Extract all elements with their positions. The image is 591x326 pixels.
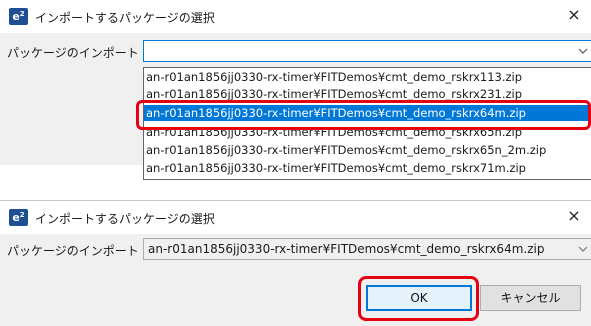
package-import-label: パッケージのインポート <box>7 244 139 258</box>
chevron-down-icon[interactable] <box>577 243 589 255</box>
close-icon[interactable]: × <box>565 207 583 225</box>
dialog-title: インポートするパッケージの選択 <box>35 212 215 226</box>
title-bar: e2 インポートするパッケージの選択 × <box>0 0 591 33</box>
chevron-down-icon[interactable] <box>577 45 589 57</box>
dropdown-option-rskrx113[interactable]: an-r01an1856jj0330-rx-timer¥FITDemos¥cmt… <box>144 69 591 85</box>
title-bar: e2 インポートするパッケージの選択 × <box>0 201 591 234</box>
dialog-title: インポートするパッケージの選択 <box>35 11 215 25</box>
cancel-button[interactable]: キャンセル <box>480 285 581 311</box>
e2-studio-icon: e2 <box>9 8 28 25</box>
e2-studio-icon: e2 <box>9 209 28 226</box>
package-dropdown-list: an-r01an1856jj0330-rx-timer¥FITDemos¥cmt… <box>143 67 591 180</box>
package-import-label: パッケージのインポート <box>7 46 139 60</box>
dropdown-option-rskrx231[interactable]: an-r01an1856jj0330-rx-timer¥FITDemos¥cmt… <box>144 86 591 102</box>
dropdown-option-rskrx65n-2m[interactable]: an-r01an1856jj0330-rx-timer¥FITDemos¥cmt… <box>144 142 591 158</box>
dropdown-option-rskrx64m[interactable]: an-r01an1856jj0330-rx-timer¥FITDemos¥cmt… <box>144 105 591 121</box>
dropdown-option-rskrx71m[interactable]: an-r01an1856jj0330-rx-timer¥FITDemos¥cmt… <box>144 160 591 176</box>
dropdown-option-rskrx65n[interactable]: an-r01an1856jj0330-rx-timer¥FITDemos¥cmt… <box>144 124 591 140</box>
close-icon[interactable]: × <box>565 6 583 24</box>
package-import-combobox[interactable]: an-r01an1856jj0330-rx-timer¥FITDemos¥cmt… <box>143 238 591 260</box>
combo-value: an-r01an1856jj0330-rx-timer¥FITDemos¥cmt… <box>148 242 545 256</box>
package-import-combobox[interactable] <box>143 40 591 62</box>
ok-button[interactable]: OK <box>366 285 472 311</box>
